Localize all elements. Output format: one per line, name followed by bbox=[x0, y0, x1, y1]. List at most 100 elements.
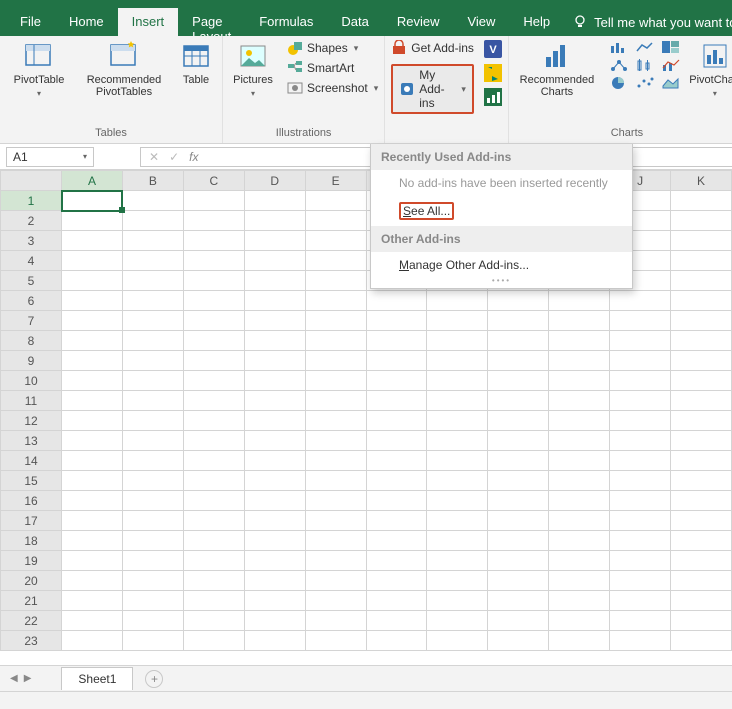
row-header[interactable]: 17 bbox=[1, 511, 62, 531]
cell[interactable] bbox=[122, 451, 183, 471]
tab-insert[interactable]: Insert bbox=[118, 8, 179, 36]
cell[interactable] bbox=[671, 491, 732, 511]
cell[interactable] bbox=[427, 511, 488, 531]
cell[interactable] bbox=[488, 391, 549, 411]
cell[interactable] bbox=[427, 311, 488, 331]
row-header[interactable]: 4 bbox=[1, 251, 62, 271]
row-header[interactable]: 23 bbox=[1, 631, 62, 651]
cell[interactable] bbox=[183, 591, 244, 611]
cell[interactable] bbox=[488, 331, 549, 351]
cell[interactable] bbox=[549, 311, 610, 331]
cell[interactable] bbox=[305, 551, 366, 571]
tab-data[interactable]: Data bbox=[327, 8, 382, 36]
cell[interactable] bbox=[244, 571, 305, 591]
cell[interactable] bbox=[366, 411, 427, 431]
cell[interactable] bbox=[62, 251, 123, 271]
cell[interactable] bbox=[244, 211, 305, 231]
new-sheet-button[interactable]: + bbox=[145, 670, 163, 688]
cell[interactable] bbox=[549, 351, 610, 371]
cell[interactable] bbox=[549, 331, 610, 351]
cell[interactable] bbox=[610, 631, 671, 651]
cell[interactable] bbox=[671, 331, 732, 351]
cell[interactable] bbox=[122, 311, 183, 331]
cell[interactable] bbox=[122, 271, 183, 291]
cell[interactable] bbox=[427, 631, 488, 651]
cell[interactable] bbox=[610, 331, 671, 351]
cell[interactable] bbox=[671, 471, 732, 491]
cell[interactable] bbox=[671, 311, 732, 331]
cell[interactable] bbox=[610, 571, 671, 591]
cell[interactable] bbox=[671, 611, 732, 631]
cell[interactable] bbox=[183, 351, 244, 371]
cell[interactable] bbox=[549, 291, 610, 311]
column-header[interactable]: A bbox=[62, 171, 123, 191]
cell[interactable] bbox=[366, 531, 427, 551]
cancel-icon[interactable]: ✕ bbox=[149, 150, 159, 164]
cell[interactable] bbox=[366, 491, 427, 511]
tab-file[interactable]: File bbox=[6, 8, 55, 36]
cell[interactable] bbox=[183, 371, 244, 391]
row-header[interactable]: 9 bbox=[1, 351, 62, 371]
cell[interactable] bbox=[122, 391, 183, 411]
cell[interactable] bbox=[427, 331, 488, 351]
cell[interactable] bbox=[122, 571, 183, 591]
cell[interactable] bbox=[122, 211, 183, 231]
cell[interactable] bbox=[62, 291, 123, 311]
cell[interactable] bbox=[671, 411, 732, 431]
row-header[interactable]: 19 bbox=[1, 551, 62, 571]
cell[interactable] bbox=[62, 331, 123, 351]
cell[interactable] bbox=[305, 271, 366, 291]
column-header[interactable]: C bbox=[183, 171, 244, 191]
cell[interactable] bbox=[122, 371, 183, 391]
cell[interactable] bbox=[488, 611, 549, 631]
cell[interactable] bbox=[305, 451, 366, 471]
cell[interactable] bbox=[305, 571, 366, 591]
scatter-chart-icon[interactable] bbox=[635, 76, 655, 90]
my-addins-button[interactable]: My Add-ins ▾ bbox=[391, 64, 474, 114]
cell[interactable] bbox=[122, 491, 183, 511]
cell[interactable] bbox=[62, 311, 123, 331]
cell[interactable] bbox=[305, 211, 366, 231]
cell[interactable] bbox=[183, 531, 244, 551]
people-graph-icon[interactable] bbox=[484, 88, 502, 106]
column-header[interactable]: B bbox=[122, 171, 183, 191]
cell[interactable] bbox=[671, 591, 732, 611]
cell[interactable] bbox=[610, 611, 671, 631]
cell[interactable] bbox=[366, 291, 427, 311]
cell[interactable] bbox=[549, 511, 610, 531]
cell[interactable] bbox=[305, 231, 366, 251]
row-header[interactable]: 10 bbox=[1, 371, 62, 391]
cell[interactable] bbox=[183, 291, 244, 311]
cell[interactable] bbox=[244, 611, 305, 631]
cell[interactable] bbox=[427, 431, 488, 451]
cell[interactable] bbox=[122, 551, 183, 571]
recommended-pivottables-button[interactable]: Recommended PivotTables bbox=[82, 40, 166, 98]
cell[interactable] bbox=[62, 191, 123, 211]
cell[interactable] bbox=[244, 431, 305, 451]
cell[interactable] bbox=[244, 291, 305, 311]
cell[interactable] bbox=[244, 351, 305, 371]
cell[interactable] bbox=[62, 351, 123, 371]
cell[interactable] bbox=[488, 311, 549, 331]
tab-formulas[interactable]: Formulas bbox=[245, 8, 327, 36]
cell[interactable] bbox=[549, 471, 610, 491]
cell[interactable] bbox=[183, 551, 244, 571]
cell[interactable] bbox=[244, 491, 305, 511]
cell[interactable] bbox=[671, 211, 732, 231]
cell[interactable] bbox=[549, 591, 610, 611]
cell[interactable] bbox=[244, 191, 305, 211]
cell[interactable] bbox=[488, 471, 549, 491]
cell[interactable] bbox=[671, 371, 732, 391]
cell[interactable] bbox=[671, 191, 732, 211]
cell[interactable] bbox=[244, 391, 305, 411]
cell[interactable] bbox=[671, 571, 732, 591]
smartart-button[interactable]: SmartArt bbox=[287, 60, 378, 76]
cell[interactable] bbox=[122, 331, 183, 351]
cell[interactable] bbox=[488, 431, 549, 451]
column-header[interactable]: E bbox=[305, 171, 366, 191]
cell[interactable] bbox=[62, 551, 123, 571]
cell[interactable] bbox=[244, 471, 305, 491]
cell[interactable] bbox=[305, 351, 366, 371]
cell[interactable] bbox=[366, 611, 427, 631]
cell[interactable] bbox=[549, 551, 610, 571]
